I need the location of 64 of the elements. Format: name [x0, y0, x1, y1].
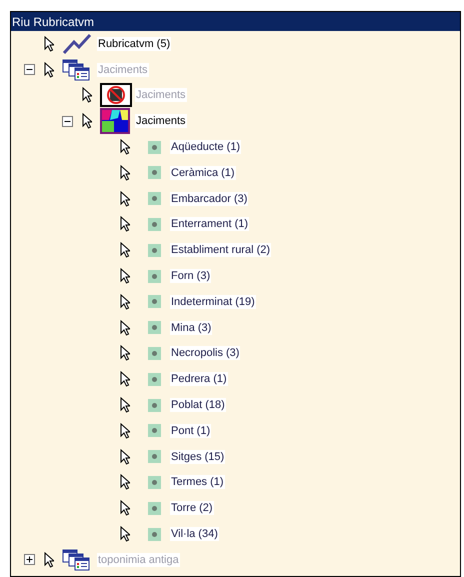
cursor-icon[interactable]	[120, 345, 130, 362]
layer-label[interactable]: Pont (1)	[170, 424, 212, 438]
layer-label[interactable]: Pedrera (1)	[170, 372, 228, 386]
map-symbol-icon	[148, 218, 160, 231]
map-symbol-icon	[148, 270, 160, 283]
layer-group-icon	[62, 58, 90, 81]
layer-label[interactable]: Enterrament (1)	[170, 217, 250, 232]
cursor-icon[interactable]	[120, 164, 130, 181]
layer-group-icon	[62, 548, 90, 571]
cursor-icon[interactable]	[44, 552, 54, 568]
map-symbol-icon	[148, 166, 160, 180]
cursor-icon[interactable]	[120, 294, 130, 310]
layer-label[interactable]: Termes (1)	[170, 475, 225, 490]
layer-label[interactable]: Embarcador (3)	[170, 192, 248, 206]
layer-label[interactable]: Aqüeducte (1)	[170, 140, 242, 154]
layer-label[interactable]: Vil·la (34)	[170, 527, 219, 542]
map-symbol-icon	[148, 192, 160, 206]
layer-label[interactable]: Torre (2)	[170, 501, 214, 516]
map-symbol-icon	[148, 450, 160, 464]
map-symbol-icon	[148, 502, 160, 515]
map-symbol-icon	[148, 372, 160, 386]
map-symbol-icon	[148, 140, 160, 154]
cursor-icon[interactable]	[120, 242, 130, 258]
cursor-icon[interactable]	[120, 190, 130, 207]
collapse-icon[interactable]	[62, 116, 72, 127]
layer-label[interactable]: Poblat (18)	[170, 398, 226, 412]
layer-label[interactable]: Necropolis (3)	[170, 346, 240, 360]
cursor-icon[interactable]	[120, 422, 130, 439]
layer-label[interactable]: Sitges (15)	[170, 450, 226, 464]
layer-label[interactable]: Mina (3)	[170, 320, 212, 335]
layer-label[interactable]: Establiment rural (2)	[170, 243, 272, 258]
layer-label[interactable]: Jaciments	[135, 114, 187, 128]
map-symbol-icon	[148, 424, 160, 438]
cursor-icon[interactable]	[120, 500, 130, 516]
map-symbol-icon	[148, 346, 160, 360]
expand-icon[interactable]	[24, 554, 34, 566]
cursor-icon[interactable]	[120, 448, 130, 465]
map-symbol-icon	[148, 321, 160, 334]
map-symbol-icon	[148, 528, 160, 541]
cursor-icon[interactable]	[44, 62, 54, 78]
line-symbol-icon	[62, 32, 92, 55]
layer-label[interactable]: Ceràmica (1)	[170, 166, 236, 180]
polygon-layer-icon	[100, 108, 130, 134]
cursor-icon[interactable]	[82, 87, 92, 104]
cursor-icon[interactable]	[120, 139, 130, 156]
layer-label[interactable]: Forn (3)	[170, 269, 212, 284]
collapse-icon[interactable]	[24, 64, 34, 76]
map-symbol-icon	[148, 398, 160, 412]
cursor-icon[interactable]	[120, 320, 130, 336]
cursor-icon[interactable]	[44, 36, 54, 52]
cursor-icon[interactable]	[120, 268, 130, 284]
cursor-icon[interactable]	[120, 216, 130, 232]
cursor-icon[interactable]	[120, 397, 130, 414]
window-title: Riu Rubricatvm	[12, 16, 94, 28]
cursor-icon[interactable]	[120, 526, 130, 542]
map-symbol-icon	[148, 295, 160, 308]
layer-label[interactable]: Indeterminat (19)	[170, 294, 256, 309]
cursor-icon[interactable]	[82, 113, 92, 130]
map-symbol-icon	[148, 244, 160, 257]
disabled-layer-icon	[100, 83, 132, 108]
layer-label[interactable]: Rubricatvm (5)	[97, 36, 172, 51]
map-symbol-icon	[148, 476, 160, 489]
cursor-icon[interactable]	[120, 474, 130, 490]
cursor-icon[interactable]	[120, 371, 130, 388]
